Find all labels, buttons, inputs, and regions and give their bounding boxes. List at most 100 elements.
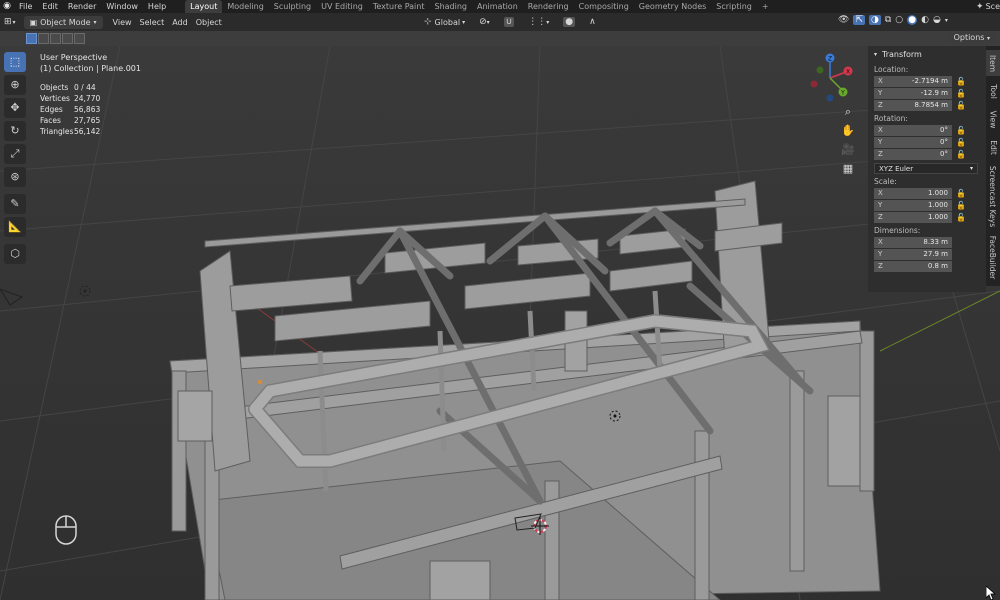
dimensions-x-field[interactable]: X 8.33 m	[874, 236, 986, 248]
solid-shading-icon[interactable]: ●	[907, 15, 918, 25]
tab-item[interactable]: Item	[986, 50, 1000, 76]
scene-statistics: Objects 0 / 44 Vertices 24,770 Edges 56,863…	[40, 82, 100, 137]
stat-row: Objects 0 / 44	[40, 82, 100, 93]
menu-render[interactable]: Render	[63, 0, 101, 13]
tab-view[interactable]: View	[986, 106, 1000, 132]
shading-options-icon[interactable]: ▾	[945, 17, 948, 24]
transform-header[interactable]: ▾ Transform	[868, 46, 986, 62]
cursor-tool[interactable]: ⊕	[4, 75, 26, 95]
gizmo-neg-z-axis[interactable]	[826, 94, 834, 102]
location-y-field[interactable]: Y -12.9 m 🔓	[874, 87, 986, 99]
rendered-shading-icon[interactable]: ◒	[933, 15, 941, 25]
menu-window[interactable]: Window	[101, 0, 143, 13]
axis-label: Y	[878, 250, 883, 258]
location-x-field[interactable]: X -2.7194 m 🔓	[874, 75, 986, 87]
orientation-icon: ⊹	[424, 17, 432, 27]
annotate-tool[interactable]: ✎	[4, 194, 26, 214]
scene-selector[interactable]: ✦ Sce	[976, 0, 1000, 13]
proportional-edit-toggle[interactable]: ●	[559, 15, 579, 29]
mode-dropdown[interactable]: ▣ Object Mode ▾	[23, 15, 103, 29]
dimensions-z-field[interactable]: Z 0.8 m	[874, 260, 986, 272]
snap-toggle[interactable]: ∪	[500, 15, 519, 29]
falloff-dropdown[interactable]: ∧	[585, 15, 600, 29]
rotation-z-field[interactable]: Z 0° 🔓	[874, 148, 986, 160]
tab-animation[interactable]: Animation	[472, 0, 523, 13]
menu-select[interactable]: Select	[136, 15, 169, 29]
unlock-icon[interactable]: 🔓	[952, 101, 970, 110]
unlock-icon[interactable]: 🔓	[952, 126, 970, 135]
navigation-gizmo[interactable]: Z X Y	[806, 52, 854, 104]
unlock-icon[interactable]: 🔓	[952, 201, 970, 210]
axis-label: Y	[878, 89, 883, 97]
unlock-icon[interactable]: 🔓	[952, 150, 970, 159]
gizmo-neg-x-axis[interactable]	[810, 80, 818, 88]
scale-tool[interactable]: ⤢	[4, 144, 26, 164]
overlay-toggle-icon[interactable]: ◑	[868, 15, 881, 25]
scale-x-field[interactable]: X 1.000 🔓	[874, 187, 986, 199]
scale-z-field[interactable]: Z 1.000 🔓	[874, 211, 986, 223]
unlock-icon[interactable]: 🔓	[952, 138, 970, 147]
tab-uv-editing[interactable]: UV Editing	[316, 0, 368, 13]
unlock-icon[interactable]: 🔓	[952, 213, 970, 222]
tab-sculpting[interactable]: Sculpting	[269, 0, 316, 13]
tab-shading[interactable]: Shading	[429, 0, 472, 13]
unlock-icon[interactable]: 🔓	[952, 77, 970, 86]
gizmo-toggle-icon[interactable]: ⇱	[853, 15, 865, 25]
menu-object[interactable]: Object	[192, 15, 226, 29]
tab-geometry-nodes[interactable]: Geometry Nodes	[634, 0, 711, 13]
select-box-tool[interactable]: ⬚	[4, 52, 26, 72]
rotation-y-field[interactable]: Y 0° 🔓	[874, 136, 986, 148]
rotation-x-field[interactable]: X 0° 🔓	[874, 124, 986, 136]
tab-rendering[interactable]: Rendering	[523, 0, 574, 13]
ortho-grid-icon[interactable]: ▦	[840, 161, 856, 177]
menu-help[interactable]: Help	[143, 0, 171, 13]
tab-layout[interactable]: Layout	[185, 0, 223, 13]
tab-screencast-keys[interactable]: Screencast Keys	[986, 162, 1000, 230]
add-cube-tool[interactable]: ⬡	[4, 244, 26, 264]
location-z-field[interactable]: Z 8.7854 m 🔓	[874, 99, 986, 111]
tab-facebuilder[interactable]: FaceBuilder	[986, 232, 1000, 282]
zoom-icon[interactable]: ⌕	[840, 104, 856, 120]
pan-hand-icon[interactable]: ✋	[840, 123, 856, 139]
camera-view-icon[interactable]: 🎥	[840, 142, 856, 158]
material-shading-icon[interactable]: ◐	[921, 15, 929, 25]
tab-tool[interactable]: Tool	[986, 78, 1000, 104]
pivot-dropdown[interactable]: ⊘ ▾	[475, 15, 494, 29]
unlock-icon[interactable]: 🔓	[952, 89, 970, 98]
tab-edit[interactable]: Edit	[986, 134, 1000, 160]
add-workspace-button[interactable]: +	[757, 0, 774, 13]
dimensions-y-field[interactable]: Y 27.9 m	[874, 248, 986, 260]
orientation-dropdown[interactable]: ⊹ Global ▾	[420, 15, 469, 29]
mouse-icon	[55, 515, 77, 545]
viewport-info: User Perspective (1) Collection | Plane.…	[40, 52, 141, 74]
move-tool[interactable]: ✥	[4, 98, 26, 118]
tab-texture-paint[interactable]: Texture Paint	[368, 0, 430, 13]
tab-scripting[interactable]: Scripting	[711, 0, 757, 13]
gizmo-z-label: Z	[828, 56, 832, 63]
scene-icon: ✦	[976, 1, 984, 12]
sidebar-transform-panel: ▾ Transform Location: X -2.7194 m 🔓 Y -12.9 …	[868, 46, 986, 292]
menu-add[interactable]: Add	[168, 15, 192, 29]
visibility-icon[interactable]: 👁	[838, 15, 849, 25]
scale-y-field[interactable]: Y 1.000 🔓	[874, 199, 986, 211]
wireframe-shading-icon[interactable]: ○	[895, 15, 903, 25]
editor-type-button[interactable]: ⊞ ▾	[0, 15, 20, 29]
menu-view[interactable]: View	[109, 15, 136, 29]
xray-toggle-icon[interactable]: ⧉	[885, 15, 891, 25]
tab-label: Screencast Keys	[988, 165, 998, 227]
rotate-tool[interactable]: ↻	[4, 121, 26, 141]
transform-tool[interactable]: ⊛	[4, 167, 26, 187]
menu-file[interactable]: File	[14, 0, 37, 13]
field-value: 1.000	[927, 189, 948, 197]
snap-target-dropdown[interactable]: ⋮⋮ ▾	[524, 15, 553, 29]
tab-modeling[interactable]: Modeling	[222, 0, 268, 13]
unlock-icon[interactable]: 🔓	[952, 189, 970, 198]
tab-label: View	[988, 110, 998, 128]
rotation-mode-dropdown[interactable]: XYZ Euler ▾	[874, 163, 978, 174]
measure-tool[interactable]: 📐	[4, 217, 26, 237]
axis-label: X	[878, 77, 883, 85]
gizmo-neg-y-axis[interactable]	[816, 66, 824, 74]
blender-logo-icon[interactable]: ◉	[0, 0, 14, 13]
tab-compositing[interactable]: Compositing	[574, 0, 634, 13]
menu-edit[interactable]: Edit	[37, 0, 63, 13]
